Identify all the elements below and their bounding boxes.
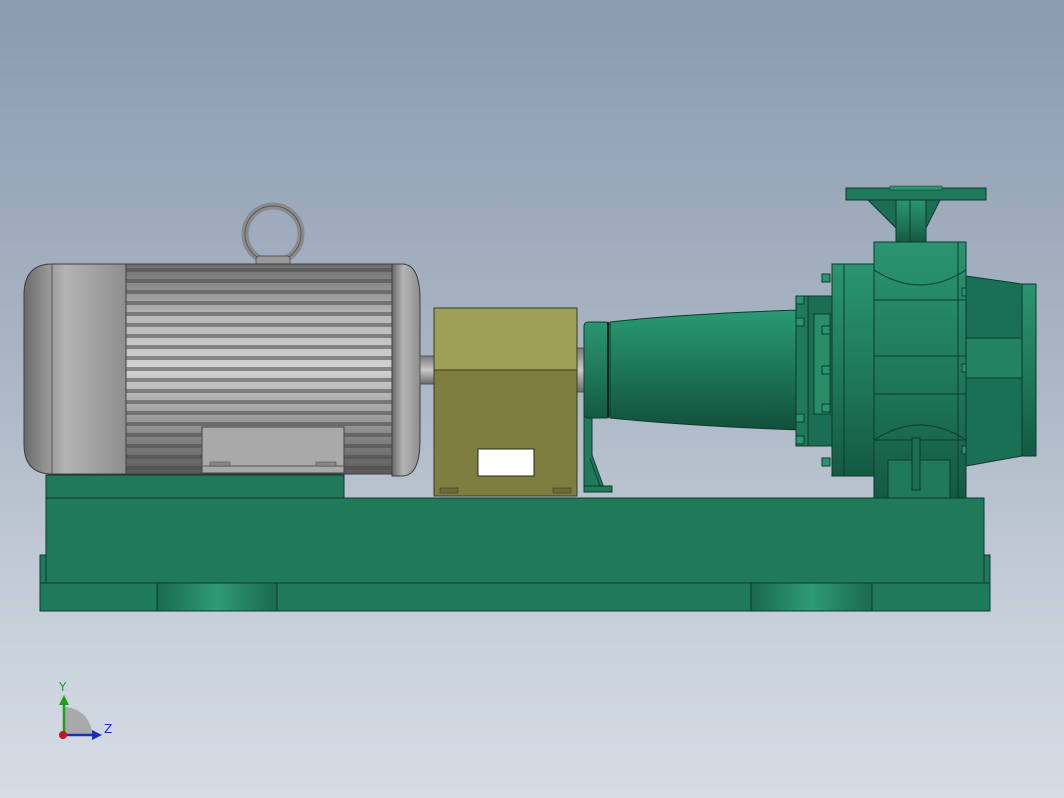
flange-bolt <box>795 435 805 445</box>
cooling-fin <box>126 279 392 283</box>
suction-nozzle <box>965 275 1037 467</box>
centrifugal-pump <box>583 185 1037 499</box>
cad-viewport[interactable]: Y Z <box>0 0 1064 798</box>
flange-bolt <box>821 325 831 335</box>
cooling-fin <box>126 268 392 272</box>
cooling-fin <box>126 290 392 294</box>
y-axis-label: Y <box>58 680 67 694</box>
z-axis-label: Z <box>104 722 112 736</box>
base-foot-right <box>750 582 873 612</box>
electric-motor <box>23 202 421 477</box>
axis-triad: Y Z <box>58 680 112 740</box>
flange-bolt <box>821 365 831 375</box>
flange-bolt <box>795 295 805 305</box>
flange-bolt <box>821 457 831 467</box>
cooling-fin <box>126 422 392 426</box>
base-foot-left <box>156 582 278 612</box>
cooling-fin <box>126 301 392 305</box>
cooling-fin <box>126 411 392 415</box>
motor-end-cap <box>23 263 127 475</box>
cooling-fin <box>126 389 392 393</box>
flange-bolt <box>795 317 805 327</box>
flange-bolt <box>821 273 831 283</box>
cooling-fin <box>126 400 392 404</box>
triad-quadrant <box>64 707 92 735</box>
inspection-window <box>477 448 535 477</box>
flange-bolt <box>795 413 805 423</box>
cooling-fin <box>126 367 392 371</box>
cooling-fin <box>126 334 392 338</box>
x-axis-dot <box>59 731 67 739</box>
cooling-fin <box>126 378 392 382</box>
cooling-fin <box>126 356 392 360</box>
flange-bolt <box>821 403 831 413</box>
cooling-fin <box>126 312 392 316</box>
bearing-bracket <box>433 307 578 497</box>
cooling-fin <box>126 323 392 327</box>
bearing-housing-cone <box>609 309 801 431</box>
cooling-fin <box>126 345 392 349</box>
discharge-nozzle <box>845 185 987 243</box>
